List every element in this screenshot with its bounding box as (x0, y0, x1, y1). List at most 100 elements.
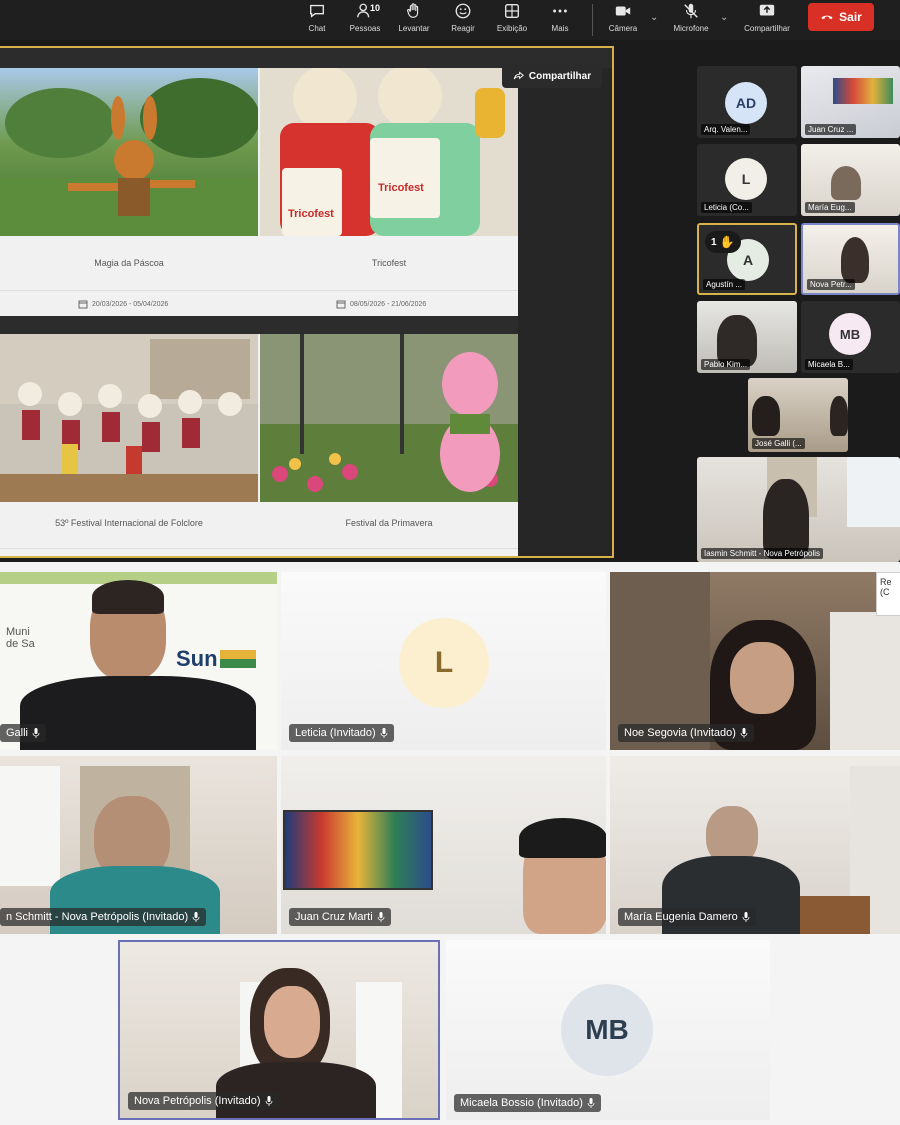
event-image-festival-primavera[interactable] (260, 334, 518, 502)
participant-video (20, 676, 256, 750)
phone-hangup-icon (821, 15, 833, 20)
event-date: 20/03/2026 - 05/04/2026 (78, 299, 168, 309)
share-arrow-icon (513, 71, 524, 80)
spring-garden-illustration (260, 334, 518, 502)
participant-video (830, 396, 848, 436)
shared-web-page: Tricofest Tricofest Magia da Páscoa Tric… (0, 68, 518, 556)
chat-button[interactable]: Chat (292, 0, 342, 40)
banner-text: Muni de Sa (6, 626, 35, 650)
participant-tile[interactable]: Juan Cruz ... (801, 66, 900, 138)
participant-tile[interactable]: MB Micaela B... (801, 301, 900, 373)
participant-video (264, 986, 320, 1058)
participant-name: Leticia (Invitado) (289, 724, 394, 742)
participant-video (519, 818, 606, 858)
participant-tile[interactable]: José Galli (... (748, 378, 848, 452)
participant-tile[interactable]: Pablo Kim... (697, 301, 797, 373)
participant-name: n Schmitt - Nova Petrópolis (Invitado) (0, 908, 207, 926)
share-screen-button[interactable]: Compartilhar (742, 0, 792, 40)
event-title[interactable]: Magia da Páscoa (0, 258, 258, 268)
participant-tile[interactable]: L Leticia (Co... (697, 144, 797, 216)
participant-tile[interactable]: Noe Segovia (Invitado) (610, 572, 900, 750)
avatar: AD (725, 82, 767, 124)
participant-video (752, 396, 780, 436)
participant-video (831, 166, 861, 200)
raised-hand-icon: ✋ (719, 235, 735, 249)
share-control-button[interactable]: Compartilhar (502, 64, 602, 88)
mic-muted-icon (740, 728, 748, 738)
more-button[interactable]: Mais (535, 0, 585, 40)
participant-video (763, 479, 809, 559)
shared-screen-area: Compartilhar Tricofest Tricofest Magia d… (0, 40, 620, 562)
avatar: MB (561, 984, 653, 1076)
camera-options-chevron-icon[interactable]: ⌄ (650, 12, 658, 23)
painting (283, 810, 433, 890)
leave-button[interactable]: Sair (808, 3, 874, 31)
calendar-icon (336, 300, 346, 309)
participant-tile[interactable]: n Schmitt - Nova Petrópolis (Invitado) (0, 756, 277, 934)
view-button[interactable]: Exibição (487, 0, 537, 40)
participant-tile[interactable]: Iasmin Schmitt - Nova Petrópolis (697, 457, 900, 562)
hand-icon (407, 3, 419, 18)
avatar: L (725, 158, 767, 200)
event-title[interactable]: 53º Festival Internacional de Folclore (0, 518, 258, 528)
participant-video (730, 642, 794, 714)
grid-icon (505, 4, 519, 18)
raise-hand-button[interactable]: Levantar (389, 0, 439, 40)
mic-muted-icon (587, 1098, 595, 1108)
background-window (830, 612, 900, 750)
participant-sidebar: AD Arq. Valen... Juan Cruz ... L Leticia… (620, 40, 900, 562)
participant-tile[interactable]: Muni de Sa Sun Galli (0, 572, 277, 750)
mic-muted-icon (377, 912, 385, 922)
participant-tile[interactable]: MB Micaela Bossio (Invitado) (446, 940, 770, 1120)
raised-hand-badge: 1 ✋ (705, 231, 741, 253)
camera-button[interactable]: Câmera (598, 0, 648, 40)
participant-name: María Eugenia Damero (618, 908, 756, 926)
smile-icon (455, 3, 471, 19)
event-title[interactable]: Festival da Primavera (260, 518, 518, 528)
desk (790, 896, 870, 934)
meeting-toolbar: Chat 10 Pessoas Levantar Reagir Exibição… (0, 0, 900, 40)
event-image-magia-da-pascoa[interactable] (0, 68, 258, 236)
participant-name: Nova Petrópolis (Invitado) (128, 1092, 279, 1110)
children-costumes-illustration (0, 334, 258, 502)
event-image-festival-folclore[interactable] (0, 334, 258, 502)
calendar-icon (78, 300, 88, 309)
participant-tile[interactable]: L Leticia (Invitado) (281, 572, 606, 750)
mic-muted-icon (742, 912, 750, 922)
participant-tile[interactable]: María Eugenia Damero (610, 756, 900, 934)
event-image-tricofest[interactable]: Tricofest Tricofest (260, 68, 518, 236)
toolbar-divider (592, 4, 593, 36)
chat-icon (310, 4, 324, 18)
easter-bunny-illustration (0, 78, 258, 236)
participant-name: Juan Cruz Marti (289, 908, 391, 926)
participant-tile[interactable]: Nova Petr... (801, 223, 900, 295)
share-screen-icon (759, 4, 775, 16)
participant-tile[interactable]: Juan Cruz Marti (281, 756, 606, 934)
avatar: MB (829, 313, 871, 355)
participant-video (841, 237, 869, 283)
mic-options-chevron-icon[interactable]: ⌄ (720, 12, 728, 23)
painting-thumbnail (833, 78, 893, 104)
react-button[interactable]: Reagir (438, 0, 488, 40)
people-button[interactable]: 10 Pessoas (340, 0, 390, 40)
event-divider (0, 548, 518, 549)
tricofest-banner-text-1: Tricofest (288, 208, 334, 220)
page-gap (0, 316, 518, 334)
tricofest-banner-text-2: Tricofest (378, 182, 424, 194)
shared-screen-frame: Compartilhar Tricofest Tricofest Magia d… (0, 46, 614, 558)
participant-video (216, 1062, 376, 1118)
mic-muted-icon (684, 3, 698, 19)
event-date: 08/05/2026 - 21/06/2026 (336, 299, 426, 309)
banner-logo-text: Sun (176, 646, 218, 671)
participant-tile-active-speaker[interactable]: Nova Petrópolis (Invitado) (118, 940, 440, 1120)
participant-name: Galli (0, 724, 47, 742)
background-window (0, 766, 60, 886)
hover-tooltip: Re (C (876, 572, 900, 616)
event-divider (0, 290, 518, 291)
participant-tile[interactable]: AD Arq. Valen... (697, 66, 797, 138)
mic-button[interactable]: Microfone (666, 0, 716, 40)
participant-name: Micaela Bossio (Invitado) (454, 1094, 601, 1112)
participant-tile-raised-hand[interactable]: A 1 ✋ Agustín ... (697, 223, 797, 295)
event-title[interactable]: Tricofest (260, 258, 518, 268)
participant-tile[interactable]: María Eug... (801, 144, 900, 216)
